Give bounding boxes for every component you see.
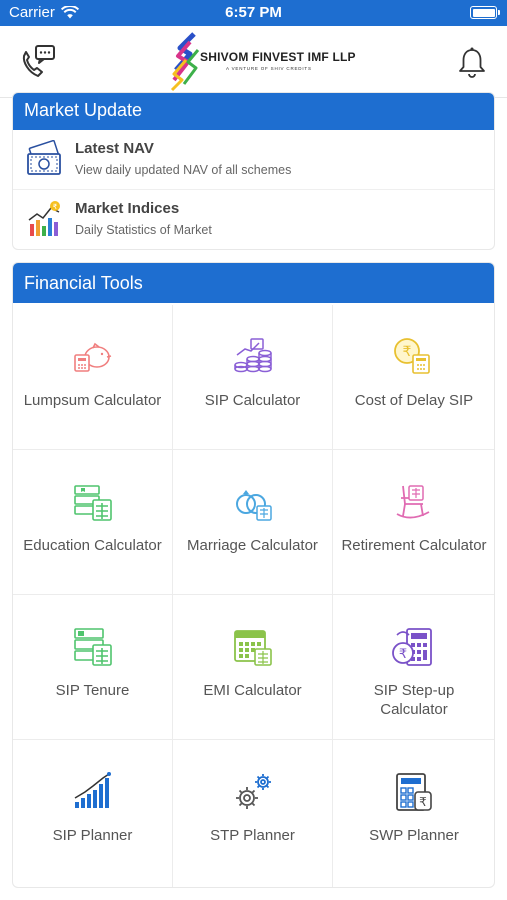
market-indices-item[interactable]: ₹ Market Indices Daily Statistics of Mar… <box>13 190 494 249</box>
financial-tools-title: Financial Tools <box>13 263 494 303</box>
tile-label: Marriage Calculator <box>187 537 318 554</box>
svg-text:₹: ₹ <box>419 795 427 809</box>
market-indices-title: Market Indices <box>75 200 180 217</box>
clock: 6:57 PM <box>225 4 282 21</box>
tile-label: SIP Calculator <box>204 392 301 409</box>
swp-planner-tile[interactable]: ₹ SWP Planner <box>333 740 494 887</box>
svg-text:₹: ₹ <box>399 647 407 662</box>
tile-label: SIP Step-up Calculator <box>373 682 455 718</box>
education-icon <box>74 485 112 521</box>
calculator-rupee-icon: ₹ <box>396 773 432 811</box>
market-update-card: Market Update Latest NAV View daily upda… <box>12 92 495 250</box>
bar-growth-icon <box>74 772 111 808</box>
lumpsum-calculator-tile[interactable]: Lumpsum Calculator <box>13 305 173 450</box>
chart-growth-icon: ₹ <box>28 201 60 236</box>
status-bar: Carrier 6:57 PM <box>0 0 507 26</box>
education-calculator-tile[interactable]: Education Calculator <box>13 450 173 595</box>
tile-label: Cost of Delay SIP <box>354 392 474 409</box>
brand-name: SHIVOM FINVEST IMF LLP <box>200 50 356 64</box>
tile-label: EMI Calculator <box>203 682 302 699</box>
market-indices-subtitle: Daily Statistics of Market <box>75 223 212 237</box>
tenure-calculator-icon <box>74 628 112 666</box>
tile-label: STP Planner <box>210 827 295 844</box>
latest-nav-title: Latest NAV <box>75 140 154 157</box>
financial-tools-card: Financial Tools Lumpsum Calculator SIP C… <box>12 262 495 888</box>
gears-icon <box>236 774 271 809</box>
battery-icon <box>470 6 500 19</box>
calendar-calc-icon <box>234 630 272 666</box>
bell-icon[interactable] <box>457 46 487 78</box>
rings-icon <box>236 490 272 521</box>
phone-chat-icon[interactable] <box>18 42 58 82</box>
tile-label: Education Calculator <box>23 537 162 554</box>
money-icon <box>27 140 61 175</box>
brand-logo: SHIVOM FINVEST IMF LLP A VENTURE OF SHIV… <box>168 30 356 92</box>
coins-stack-icon <box>234 338 272 373</box>
tile-label: SWP Planner <box>369 827 459 844</box>
marriage-calculator-tile[interactable]: Marriage Calculator <box>173 450 333 595</box>
svg-text:₹: ₹ <box>403 344 412 360</box>
tile-label: Retirement Calculator <box>341 537 487 554</box>
tile-label: SIP Tenure <box>55 682 130 699</box>
app-header: SHIVOM FINVEST IMF LLP A VENTURE OF SHIV… <box>0 26 507 98</box>
latest-nav-subtitle: View daily updated NAV of all schemes <box>75 163 292 177</box>
rocking-chair-icon <box>396 485 430 519</box>
sip-calculator-tile[interactable]: SIP Calculator <box>173 305 333 450</box>
stp-planner-tile[interactable]: STP Planner <box>173 740 333 887</box>
tile-label: Lumpsum Calculator <box>23 392 162 409</box>
rupee-calculator-icon: ₹ <box>392 628 432 666</box>
sip-step-up-calculator-tile[interactable]: ₹ SIP Step-up Calculator <box>333 595 494 740</box>
retirement-calculator-tile[interactable]: Retirement Calculator <box>333 450 494 595</box>
piggy-bank-icon <box>74 342 112 372</box>
sip-planner-tile[interactable]: SIP Planner <box>13 740 173 887</box>
brand-tagline: A VENTURE OF SHIV CREDITS <box>226 66 312 71</box>
emi-calculator-tile[interactable]: EMI Calculator <box>173 595 333 740</box>
tile-label: SIP Planner <box>52 827 133 844</box>
rupee-clock-icon: ₹ <box>394 338 430 374</box>
sip-tenure-tile[interactable]: SIP Tenure <box>13 595 173 740</box>
svg-text:₹: ₹ <box>53 203 58 211</box>
latest-nav-item[interactable]: Latest NAV View daily updated NAV of all… <box>13 130 494 190</box>
market-update-title: Market Update <box>13 93 494 130</box>
cost-of-delay-sip-tile[interactable]: ₹ Cost of Delay SIP <box>333 305 494 450</box>
